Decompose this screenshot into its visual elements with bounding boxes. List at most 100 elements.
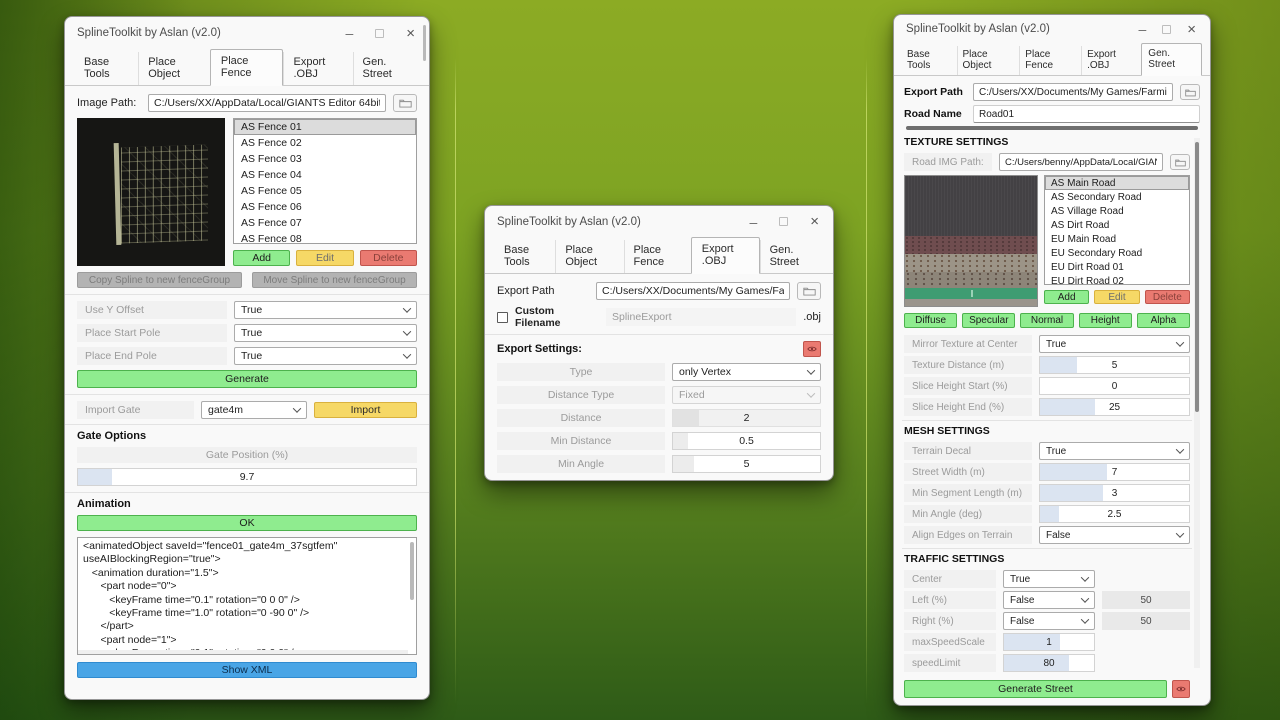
road-list-item[interactable]: EU Dirt Road 02 [1045, 274, 1189, 285]
center-dropdown[interactable]: True [1003, 570, 1095, 588]
maximize-button[interactable] [1162, 23, 1171, 36]
slice-height-end-field[interactable]: 25 [1039, 398, 1190, 416]
use-y-offset-dropdown[interactable]: True [234, 301, 417, 319]
delete-road-button[interactable]: Delete [1145, 290, 1190, 304]
type-dropdown[interactable]: only Vertex [672, 363, 821, 381]
fence-list-item[interactable]: AS Fence 04 [234, 167, 416, 183]
specular-map-button[interactable]: Specular [962, 313, 1015, 328]
road-list-item[interactable]: EU Dirt Road 01 [1045, 260, 1189, 274]
mirror-texture-dropdown[interactable]: True [1039, 335, 1190, 353]
custom-filename-input[interactable]: SplineExport [606, 308, 796, 326]
tab[interactable]: Base Tools [902, 46, 957, 75]
minimize-button[interactable]: – [749, 215, 757, 229]
maximize-button[interactable] [375, 27, 384, 40]
import-gate-button[interactable]: Import [314, 402, 417, 418]
right-percent-value-field[interactable]: 50 [1102, 612, 1190, 630]
tab[interactable]: Place Fence [624, 240, 691, 273]
tab[interactable]: Place Object [138, 52, 210, 85]
place-start-pole-dropdown[interactable]: True [234, 324, 417, 342]
distance-type-dropdown[interactable]: Fixed [672, 386, 821, 404]
road-list-item[interactable]: AS Dirt Road [1045, 218, 1189, 232]
move-spline-button[interactable]: Move Spline to new fenceGroup [252, 272, 417, 288]
left-percent-value-field[interactable]: 50 [1102, 591, 1190, 609]
generate-street-button[interactable]: Generate Street [904, 680, 1167, 698]
delete-fence-button[interactable]: Delete [360, 250, 417, 266]
maximize-button[interactable] [779, 215, 788, 228]
export-path-input[interactable] [973, 83, 1173, 101]
xml-vertical-scrollbar[interactable] [410, 542, 414, 600]
tab[interactable]: Gen. Street [1141, 43, 1202, 76]
fence-list-item[interactable]: AS Fence 03 [234, 151, 416, 167]
min-distance-field[interactable]: 0.5 [672, 432, 821, 450]
alpha-map-button[interactable]: Alpha [1137, 313, 1190, 328]
road-list-item[interactable]: EU Secondary Road [1045, 246, 1189, 260]
browse-image-path-button[interactable] [393, 94, 417, 112]
gate-position-slider[interactable]: 9.7 [77, 468, 417, 486]
animation-xml-box[interactable]: <animatedObject saveId="fence01_gate4m_3… [77, 537, 417, 655]
generate-button[interactable]: Generate [77, 370, 417, 388]
road-list-item[interactable]: EU Main Road [1045, 232, 1189, 246]
diffuse-map-button[interactable]: Diffuse [904, 313, 957, 328]
slice-height-start-field[interactable]: 0 [1039, 377, 1190, 395]
fence-list-item[interactable]: AS Fence 08 [234, 231, 416, 244]
road-img-path-input[interactable] [999, 153, 1163, 171]
terrain-decal-dropdown[interactable]: True [1039, 442, 1190, 460]
xml-horizontal-scrollbar[interactable] [78, 650, 408, 654]
custom-filename-checkbox[interactable] [497, 312, 508, 323]
import-gate-dropdown[interactable]: gate4m [201, 401, 307, 419]
place-end-pole-dropdown[interactable]: True [234, 347, 417, 365]
street-width-field[interactable]: 7 [1039, 463, 1190, 481]
tab[interactable]: Place Object [957, 46, 1020, 75]
fence-list-item[interactable]: AS Fence 02 [234, 135, 416, 151]
toggle-visibility-button[interactable] [803, 341, 821, 357]
road-list-item[interactable]: AS Main Road [1045, 176, 1189, 190]
tab[interactable]: Base Tools [75, 52, 138, 85]
distance-field[interactable]: 2 [672, 409, 821, 427]
texture-distance-field[interactable]: 5 [1039, 356, 1190, 374]
scrollbar-thumb[interactable] [1195, 142, 1199, 412]
tab[interactable]: Gen. Street [760, 240, 823, 273]
max-speed-scale-field[interactable]: 1 [1003, 633, 1095, 651]
add-road-button[interactable]: Add [1044, 290, 1089, 304]
add-fence-button[interactable]: Add [233, 250, 290, 266]
normal-map-button[interactable]: Normal [1020, 313, 1073, 328]
window-scrollbar[interactable] [1194, 138, 1200, 668]
tab[interactable]: Gen. Street [353, 52, 419, 85]
minimize-button[interactable]: – [345, 26, 353, 40]
fence-list-item[interactable]: AS Fence 01 [234, 119, 416, 135]
left-percent-dropdown[interactable]: False [1003, 591, 1095, 609]
min-angle-field[interactable]: 2.5 [1039, 505, 1190, 523]
edit-fence-button[interactable]: Edit [296, 250, 353, 266]
close-button[interactable]: × [1187, 22, 1196, 37]
road-list-item[interactable]: AS Secondary Road [1045, 190, 1189, 204]
height-map-button[interactable]: Height [1079, 313, 1132, 328]
show-xml-button[interactable]: Show XML [77, 662, 417, 678]
close-button[interactable]: × [406, 26, 415, 41]
road-name-input[interactable] [973, 105, 1200, 123]
align-edges-dropdown[interactable]: False [1039, 526, 1190, 544]
min-angle-field[interactable]: 5 [672, 455, 821, 473]
edit-road-button[interactable]: Edit [1094, 290, 1139, 304]
tab[interactable]: Place Object [555, 240, 623, 273]
browse-road-img-button[interactable] [1170, 154, 1190, 170]
animation-status-button[interactable]: OK [77, 515, 417, 531]
close-button[interactable]: × [810, 214, 819, 229]
copy-spline-button[interactable]: Copy Spline to new fenceGroup [77, 272, 242, 288]
fence-list-item[interactable]: AS Fence 07 [234, 215, 416, 231]
export-path-input[interactable] [596, 282, 790, 300]
speed-limit-field[interactable]: 80 [1003, 654, 1095, 672]
tab[interactable]: Place Fence [1019, 46, 1081, 75]
fence-list-item[interactable]: AS Fence 05 [234, 183, 416, 199]
tab[interactable]: Base Tools [495, 240, 555, 273]
min-segment-length-field[interactable]: 3 [1039, 484, 1190, 502]
minimize-button[interactable]: – [1138, 22, 1146, 36]
browse-export-path-button[interactable] [797, 282, 821, 300]
browse-export-path-button[interactable] [1180, 84, 1200, 100]
tab[interactable]: Export .OBJ [283, 52, 352, 85]
toggle-visibility-button[interactable] [1172, 680, 1190, 698]
image-path-input[interactable] [148, 94, 386, 112]
tab[interactable]: Export .OBJ [1081, 46, 1141, 75]
fence-list-item[interactable]: AS Fence 06 [234, 199, 416, 215]
fence-list-scrollbar[interactable] [423, 25, 426, 61]
road-list-item[interactable]: AS Village Road [1045, 204, 1189, 218]
